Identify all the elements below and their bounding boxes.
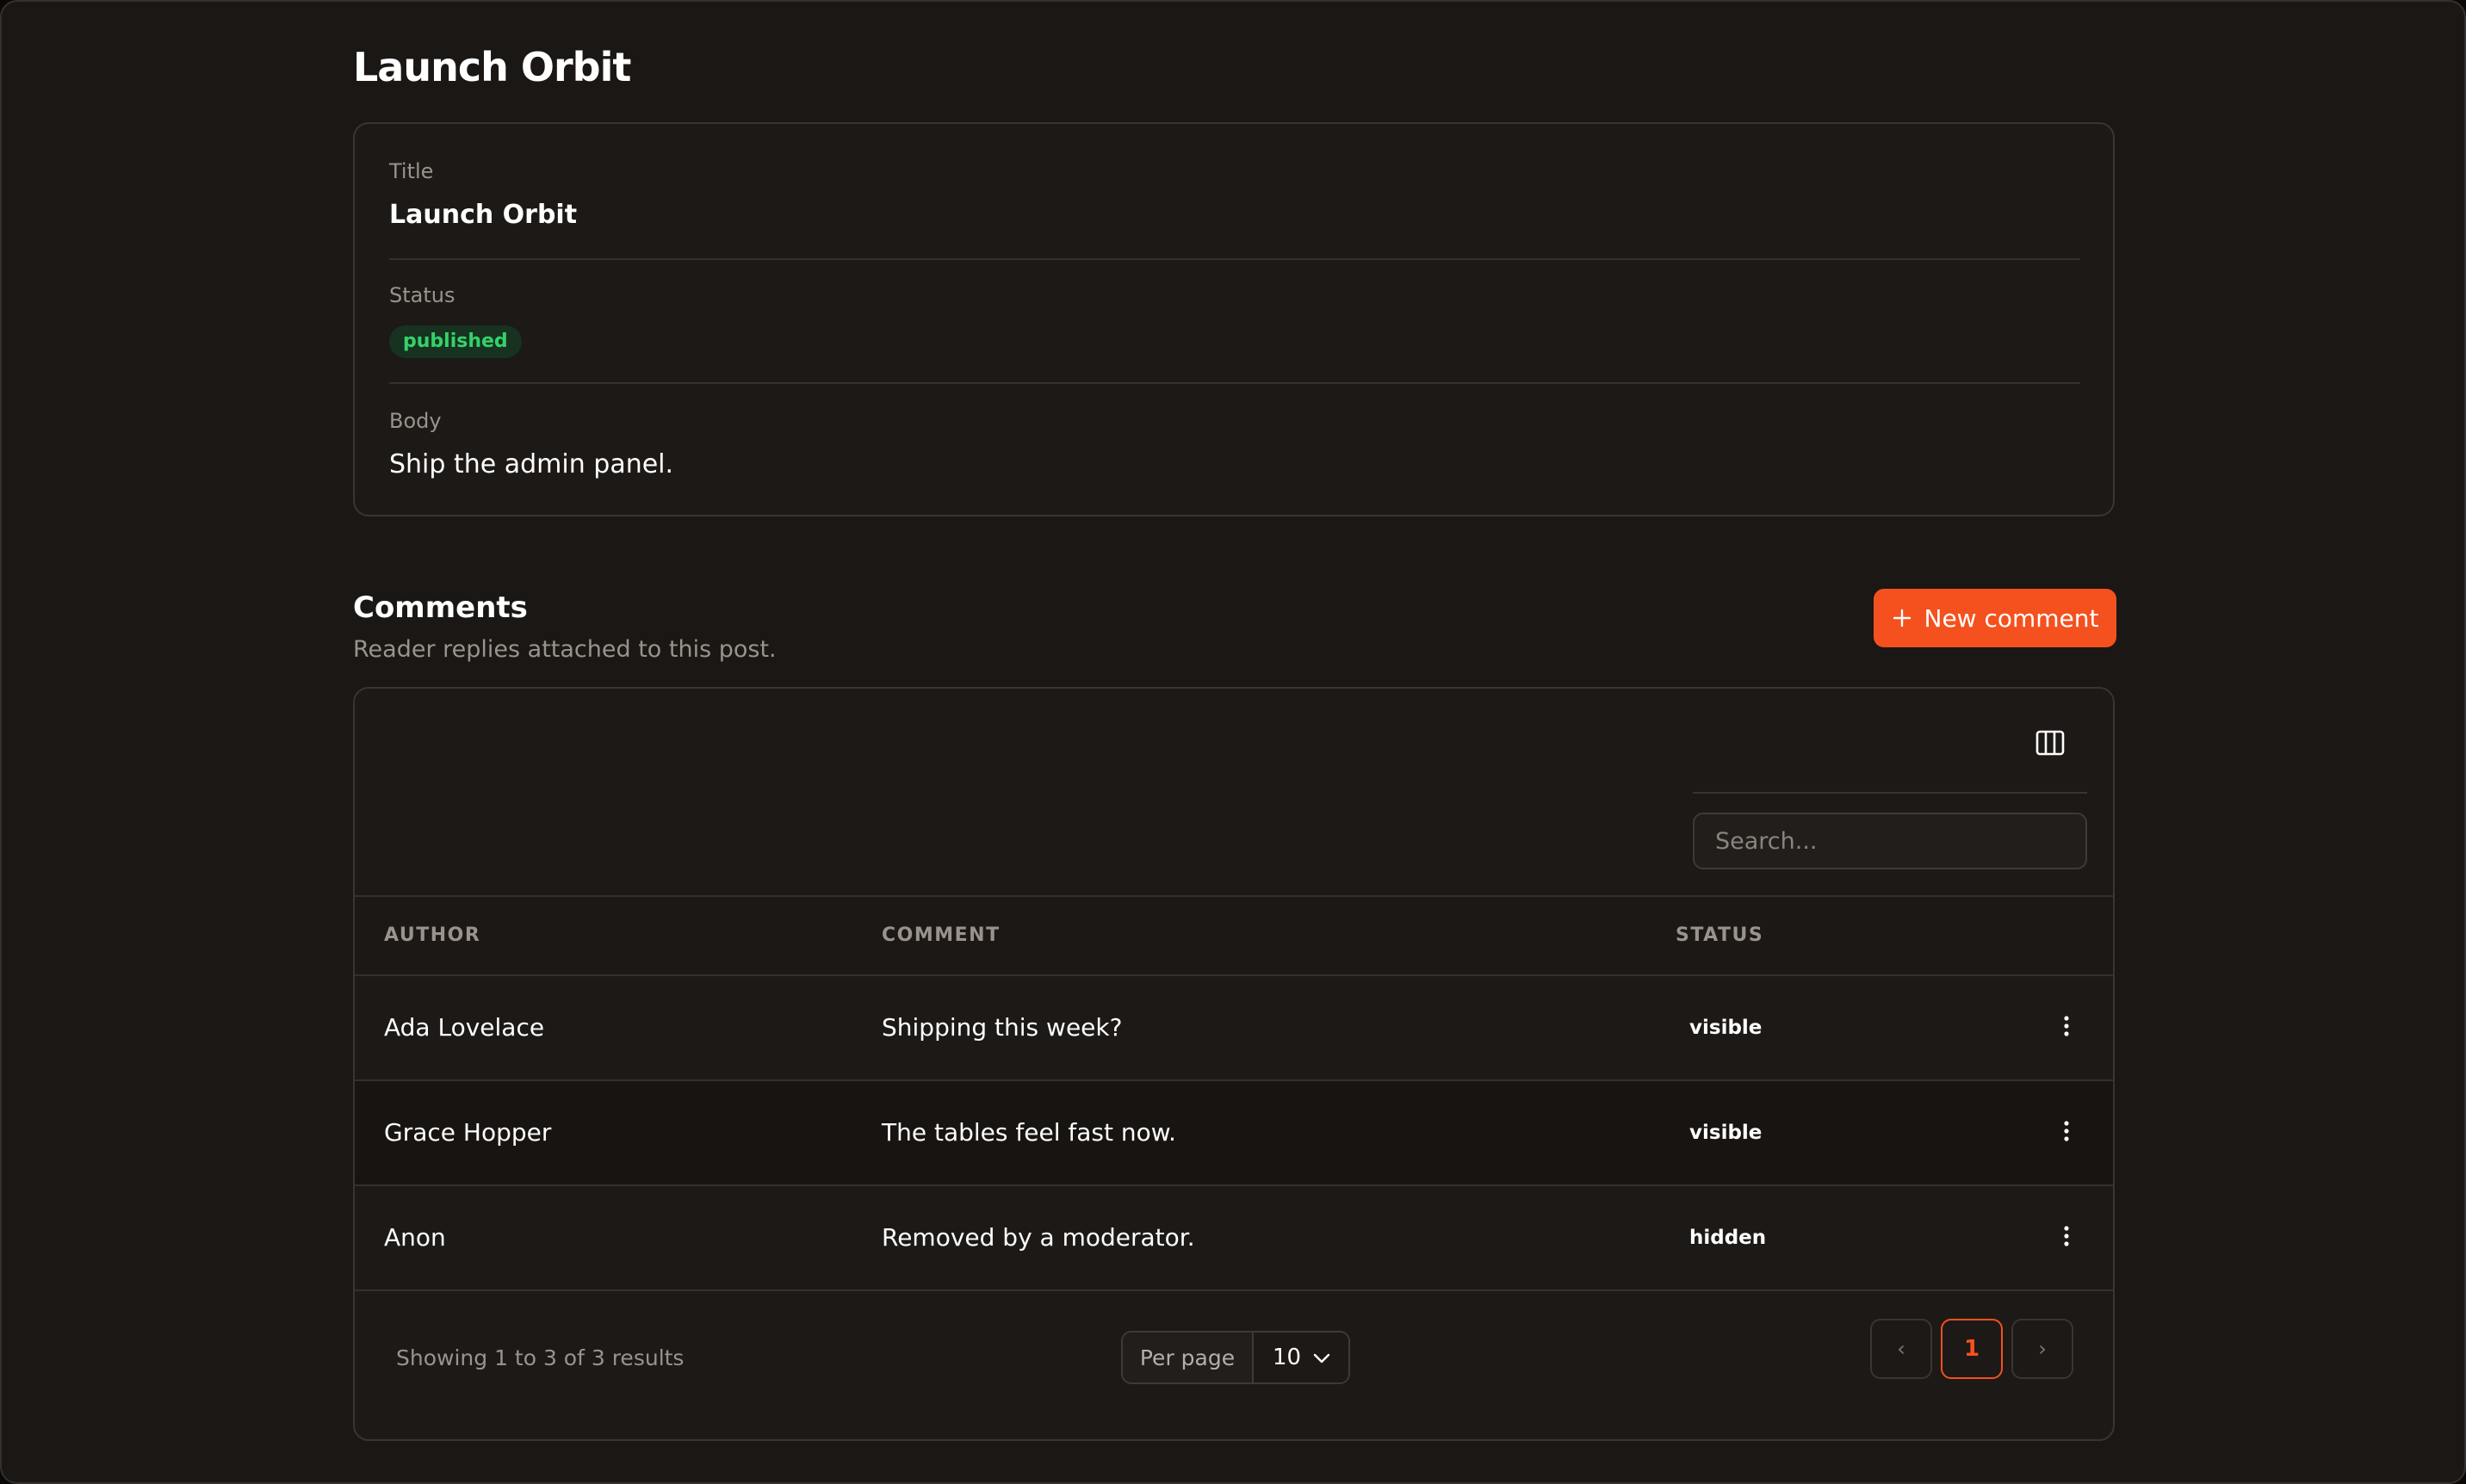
comments-section-title: Comments xyxy=(353,591,528,625)
body-field: Body Ship the admin panel. xyxy=(389,408,2082,482)
title-value: Launch Orbit xyxy=(389,200,578,230)
per-page-value: 10 xyxy=(1273,1345,1302,1370)
columns-icon xyxy=(2035,730,2065,759)
column-header-status[interactable]: STATUS xyxy=(1676,897,1763,974)
author-cell: Anon xyxy=(384,1223,446,1252)
status-cell: hidden xyxy=(1689,1227,1767,1249)
table-row[interactable]: Ada Lovelace Shipping this week? visible xyxy=(355,976,2113,1081)
row-actions-button[interactable] xyxy=(2048,1009,2085,1047)
title-label: Title xyxy=(389,159,434,183)
column-header-comment[interactable]: COMMENT xyxy=(882,897,1001,974)
status-cell: visible xyxy=(1689,1017,1763,1039)
plus-icon xyxy=(1892,608,1912,628)
title-field: Title Launch Orbit xyxy=(389,158,2082,232)
status-cell: visible xyxy=(1689,1122,1763,1144)
comments-section-subtitle: Reader replies attached to this post. xyxy=(353,636,777,663)
row-actions-button[interactable] xyxy=(2048,1219,2085,1257)
author-cell: Ada Lovelace xyxy=(384,1013,545,1042)
vertical-ellipsis-icon xyxy=(2063,1015,2070,1041)
post-detail-card: Title Launch Orbit Status published Body… xyxy=(353,122,2115,516)
status-field: Status published xyxy=(389,282,2082,358)
toolbar-divider xyxy=(1693,792,2087,794)
comments-table-card: AUTHOR COMMENT STATUS Ada Lovelace Shipp… xyxy=(353,687,2115,1441)
field-divider xyxy=(389,382,2080,384)
app-window: Launch Orbit Title Launch Orbit Status p… xyxy=(0,0,2466,1484)
table-row[interactable]: Anon Removed by a moderator. hidden xyxy=(355,1186,2113,1291)
table-row[interactable]: Grace Hopper The tables feel fast now. v… xyxy=(355,1081,2113,1186)
per-page-select[interactable]: 10 xyxy=(1254,1333,1348,1382)
per-page-control: Per page 10 xyxy=(1121,1331,1350,1384)
row-actions-button[interactable] xyxy=(2048,1114,2085,1152)
field-divider xyxy=(389,258,2080,260)
comment-cell: Shipping this week? xyxy=(882,1013,1123,1042)
author-cell: Grace Hopper xyxy=(384,1118,552,1147)
table-header: AUTHOR COMMENT STATUS xyxy=(355,895,2113,976)
vertical-ellipsis-icon xyxy=(2063,1120,2070,1146)
per-page-label: Per page xyxy=(1123,1333,1254,1382)
column-header-author[interactable]: AUTHOR xyxy=(384,897,480,974)
toggle-columns-button[interactable] xyxy=(2030,725,2070,764)
previous-page-button[interactable]: ‹ xyxy=(1870,1319,1932,1379)
status-badge: published xyxy=(389,325,522,358)
body-label: Body xyxy=(389,409,442,433)
table-footer: Showing 1 to 3 of 3 results Per page 10 … xyxy=(355,1293,2113,1439)
new-comment-label: New comment xyxy=(1924,603,2099,633)
page-1-button[interactable]: 1 xyxy=(1941,1319,2003,1379)
next-page-button[interactable]: › xyxy=(2011,1319,2073,1379)
body-value: Ship the admin panel. xyxy=(389,449,674,479)
page-title: Launch Orbit xyxy=(353,44,631,90)
comment-cell: The tables feel fast now. xyxy=(882,1118,1176,1147)
new-comment-button[interactable]: New comment xyxy=(1874,589,2116,647)
vertical-ellipsis-icon xyxy=(2063,1225,2070,1251)
comment-cell: Removed by a moderator. xyxy=(882,1223,1195,1252)
search-input[interactable] xyxy=(1693,813,2087,869)
results-summary: Showing 1 to 3 of 3 results xyxy=(396,1345,685,1370)
status-label: Status xyxy=(389,283,455,307)
chevron-down-icon xyxy=(1312,1345,1331,1370)
